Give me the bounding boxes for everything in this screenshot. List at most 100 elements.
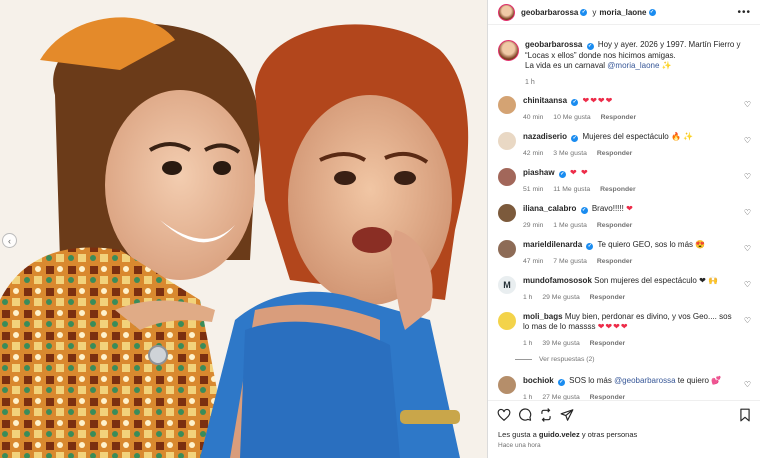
comment-username[interactable]: iliana_calabro bbox=[523, 204, 576, 213]
comment-time[interactable]: 47 min bbox=[523, 258, 543, 265]
avatar[interactable] bbox=[498, 204, 516, 222]
caption-mention[interactable]: @moria_laone bbox=[607, 61, 659, 70]
comment-likes[interactable]: 7 Me gusta bbox=[553, 258, 587, 265]
caption-text-2: La vida es un carnaval bbox=[525, 61, 606, 70]
comment-username[interactable]: chinitaansa bbox=[523, 96, 567, 105]
verified-icon: ✓ bbox=[558, 171, 566, 178]
comment-time[interactable]: 29 min bbox=[523, 222, 543, 229]
comment-emoji: ❤❤❤❤ bbox=[597, 322, 629, 331]
comment-meta: 29 min 1 Me gusta Responder bbox=[523, 221, 733, 231]
verified-icon: ✓ bbox=[580, 8, 588, 16]
heart-icon[interactable]: ♡ bbox=[744, 208, 751, 217]
comment-emoji: 😍 bbox=[695, 240, 706, 249]
comment-username[interactable]: marieldilenarda bbox=[523, 240, 582, 249]
comment-emoji: ❤❤❤❤ bbox=[582, 96, 614, 105]
post-sidebar: geobarbarossa ✓ y moria_laone ✓ ••• geob… bbox=[487, 0, 760, 458]
reply-button[interactable]: Responder bbox=[597, 222, 633, 229]
likes-prefix: Les gusta a bbox=[498, 430, 537, 439]
reply-button[interactable]: Responder bbox=[600, 186, 636, 193]
comment-username[interactable]: mundofamososok bbox=[523, 276, 592, 285]
heart-icon[interactable]: ♡ bbox=[744, 100, 751, 109]
caption: geobarbarossa ✓ Hoy y ayer. 2026 y 1997.… bbox=[498, 40, 753, 88]
heart-icon[interactable]: ♡ bbox=[744, 280, 751, 289]
avatar[interactable]: M bbox=[498, 276, 516, 294]
likes-suffix[interactable]: y otras personas bbox=[582, 430, 637, 439]
comment-likes[interactable]: 3 Me gusta bbox=[553, 150, 587, 157]
comment-body: chinitaansa ✓ ❤❤❤❤ 40 min 10 Me gusta Re… bbox=[523, 96, 733, 123]
comment-time[interactable]: 51 min bbox=[523, 186, 543, 193]
avatar[interactable] bbox=[498, 376, 516, 394]
post-photo[interactable]: ‹ bbox=[0, 0, 487, 458]
caption-emoji: ✨ bbox=[661, 61, 672, 70]
more-options-button[interactable]: ••• bbox=[737, 7, 751, 18]
caption-time[interactable]: 1 h bbox=[525, 78, 753, 89]
comment-mention[interactable]: @geobarbarossa bbox=[614, 376, 676, 385]
post-timestamp[interactable]: Hace una hora bbox=[498, 442, 541, 449]
comment-time[interactable]: 1 h bbox=[523, 340, 532, 347]
heart-icon[interactable]: ♡ bbox=[744, 380, 751, 389]
list-item: nazadiserio ✓ Mujeres del espectáculo 🔥 … bbox=[498, 132, 751, 159]
reply-button[interactable]: Responder bbox=[590, 294, 626, 301]
heart-icon[interactable]: ♡ bbox=[744, 136, 751, 145]
reply-button[interactable]: Responder bbox=[597, 150, 633, 157]
heart-icon[interactable]: ♡ bbox=[744, 244, 751, 253]
comment-time[interactable]: 42 min bbox=[523, 150, 543, 157]
comment-likes[interactable]: 10 Me gusta bbox=[553, 114, 590, 121]
divider bbox=[515, 359, 532, 360]
comment-likes[interactable]: 1 Me gusta bbox=[553, 222, 587, 229]
likes-user[interactable]: guido.velez bbox=[539, 430, 580, 439]
comment-body: marieldilenarda ✓ Te quiero GEO, sos lo … bbox=[523, 240, 733, 267]
comment-body: bochiok ✓ SOS lo más @geobarbarossa te q… bbox=[523, 376, 733, 403]
comment-body: piashaw ✓ ❤ ❤ 51 min 11 Me gusta Respond… bbox=[523, 168, 733, 195]
avatar[interactable] bbox=[498, 40, 519, 61]
comment-username[interactable]: nazadiserio bbox=[523, 132, 567, 141]
list-item: iliana_calabro ✓ Bravo!!!!! ❤ 29 min 1 M… bbox=[498, 204, 751, 231]
avatar[interactable] bbox=[498, 312, 516, 330]
comment-text: Son mujeres del espectáculo bbox=[594, 276, 697, 285]
reply-button[interactable]: Responder bbox=[597, 258, 633, 265]
caption-body: geobarbarossa ✓ Hoy y ayer. 2026 y 1997.… bbox=[525, 40, 753, 88]
verified-icon: ✓ bbox=[571, 135, 579, 142]
avatar[interactable] bbox=[498, 3, 515, 21]
heart-icon[interactable] bbox=[497, 408, 511, 422]
header-user2[interactable]: moria_laone bbox=[599, 8, 646, 17]
header-connector: y bbox=[592, 7, 597, 17]
comment-username[interactable]: bochiok bbox=[523, 376, 554, 385]
comment-time[interactable]: 40 min bbox=[523, 114, 543, 121]
avatar[interactable] bbox=[498, 168, 516, 186]
comment-text: SOS lo más bbox=[569, 376, 612, 385]
repost-icon[interactable] bbox=[539, 408, 553, 422]
verified-icon: ✓ bbox=[586, 243, 594, 250]
reply-button[interactable]: Responder bbox=[590, 340, 626, 347]
header-user1[interactable]: geobarbarossa bbox=[521, 8, 578, 17]
comment-time[interactable]: 1 h bbox=[523, 294, 532, 301]
comment-emoji: 🔥 ✨ bbox=[671, 132, 694, 141]
comment-emoji: ❤ bbox=[626, 204, 634, 213]
heart-icon[interactable]: ♡ bbox=[744, 316, 751, 325]
caption-username[interactable]: geobarbarossa bbox=[525, 40, 582, 49]
chevron-left-icon[interactable]: ‹ bbox=[2, 233, 17, 248]
action-bar bbox=[488, 400, 760, 428]
comment-icon[interactable] bbox=[518, 408, 532, 422]
comment-username[interactable]: moli_bags bbox=[523, 312, 563, 321]
comment-meta: 1 h 39 Me gusta Responder bbox=[523, 339, 733, 349]
comment-text: Mujeres del espectáculo bbox=[582, 132, 669, 141]
bookmark-icon[interactable] bbox=[738, 408, 752, 422]
comment-meta: 1 h 29 Me gusta Responder bbox=[523, 293, 733, 303]
verified-icon: ✓ bbox=[580, 207, 588, 214]
comment-likes[interactable]: 11 Me gusta bbox=[553, 186, 590, 193]
comment-emoji: ❤ 🙌 bbox=[699, 276, 718, 285]
comment-meta: 47 min 7 Me gusta Responder bbox=[523, 257, 733, 267]
avatar[interactable] bbox=[498, 240, 516, 258]
comment-body: moli_bags Muy bien, perdonar es divino, … bbox=[523, 312, 733, 349]
comment-emoji: 💕 bbox=[711, 376, 722, 385]
heart-icon[interactable]: ♡ bbox=[744, 172, 751, 181]
avatar[interactable] bbox=[498, 96, 516, 114]
avatar[interactable] bbox=[498, 132, 516, 150]
comment-likes[interactable]: 29 Me gusta bbox=[542, 294, 579, 301]
reply-button[interactable]: Responder bbox=[601, 114, 637, 121]
share-icon[interactable] bbox=[560, 408, 574, 422]
view-replies-button[interactable]: Ver respuestas (2) bbox=[515, 356, 595, 363]
comment-likes[interactable]: 39 Me gusta bbox=[542, 340, 579, 347]
comment-username[interactable]: piashaw bbox=[523, 168, 555, 177]
